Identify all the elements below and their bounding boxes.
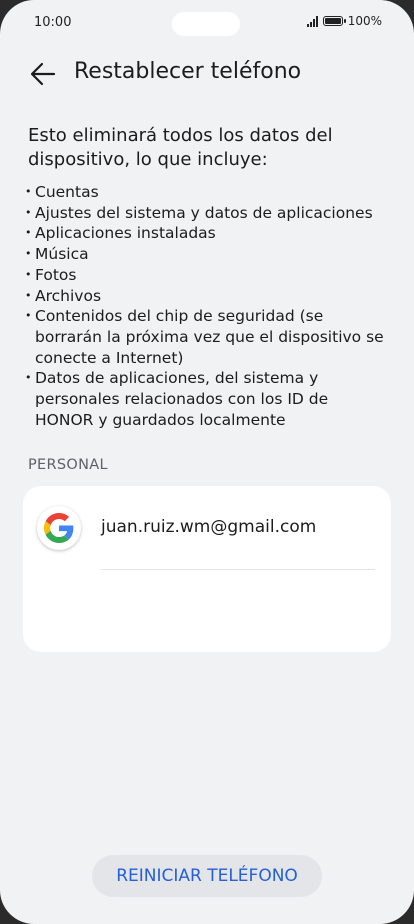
status-icons: 100% <box>306 14 382 28</box>
page-title: Restablecer teléfono <box>74 59 302 84</box>
camera-notch <box>172 12 240 36</box>
section-label-personal: PERSONAL <box>28 457 108 473</box>
list-item: Datos de aplicaciones, del sistema y per… <box>24 368 390 430</box>
phone-screen: 10:00 100% Restablecer teléfono Esto eli… <box>0 0 414 924</box>
intro-text: Esto eliminará todos los datos del dispo… <box>28 125 333 170</box>
account-email[interactable]: juan.ruiz.wm@gmail.com <box>101 517 316 537</box>
battery-icon <box>322 16 346 26</box>
header: Restablecer teléfono <box>0 54 414 94</box>
status-bar: 10:00 100% <box>0 0 414 46</box>
back-button[interactable] <box>28 60 58 88</box>
list-item: Ajustes del sistema y datos de aplicacio… <box>24 203 390 224</box>
back-arrow-icon <box>30 62 56 86</box>
battery-percent: 100% <box>347 14 382 28</box>
list-item: Fotos <box>24 265 390 286</box>
reset-phone-button[interactable]: REINICIAR TELÉFONO <box>92 855 322 897</box>
divider <box>101 569 375 570</box>
list-item: Archivos <box>24 286 390 307</box>
list-item: Aplicaciones instaladas <box>24 223 390 244</box>
google-icon <box>37 506 81 550</box>
status-time: 10:00 <box>34 15 72 30</box>
list-item: Cuentas <box>24 182 390 203</box>
account-card: juan.ruiz.wm@gmail.com <box>23 486 391 652</box>
data-list: Cuentas Ajustes del sistema y datos de a… <box>24 182 390 430</box>
list-item: Contenidos del chip de seguridad (se bor… <box>24 306 390 368</box>
list-item: Música <box>24 244 390 265</box>
signal-icon <box>306 15 318 27</box>
